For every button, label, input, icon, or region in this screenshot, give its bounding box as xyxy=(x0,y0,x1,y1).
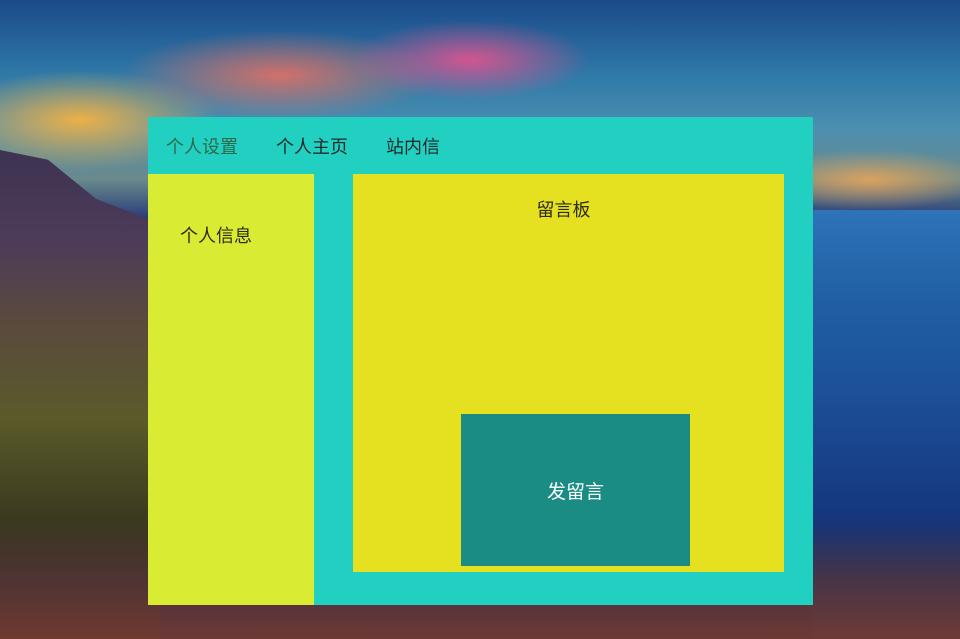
nav-item-personal-settings[interactable]: 个人设置 xyxy=(166,133,238,159)
nav-item-personal-homepage[interactable]: 个人主页 xyxy=(276,133,348,159)
nav-item-site-messages[interactable]: 站内信 xyxy=(386,133,440,159)
message-board-panel: 留言板 发留言 xyxy=(353,174,784,572)
post-message-button[interactable]: 发留言 xyxy=(461,414,690,566)
sidebar-panel: 个人信息 xyxy=(148,174,314,605)
top-navigation: 个人设置 个人主页 站内信 xyxy=(148,117,813,174)
message-board-title: 留言板 xyxy=(536,200,591,221)
post-message-button-label: 发留言 xyxy=(546,480,604,503)
app-window: 个人设置 个人主页 站内信 个人信息 留言板 发留言 xyxy=(148,117,813,605)
sidebar-title-personal-info[interactable]: 个人信息 xyxy=(180,222,252,248)
